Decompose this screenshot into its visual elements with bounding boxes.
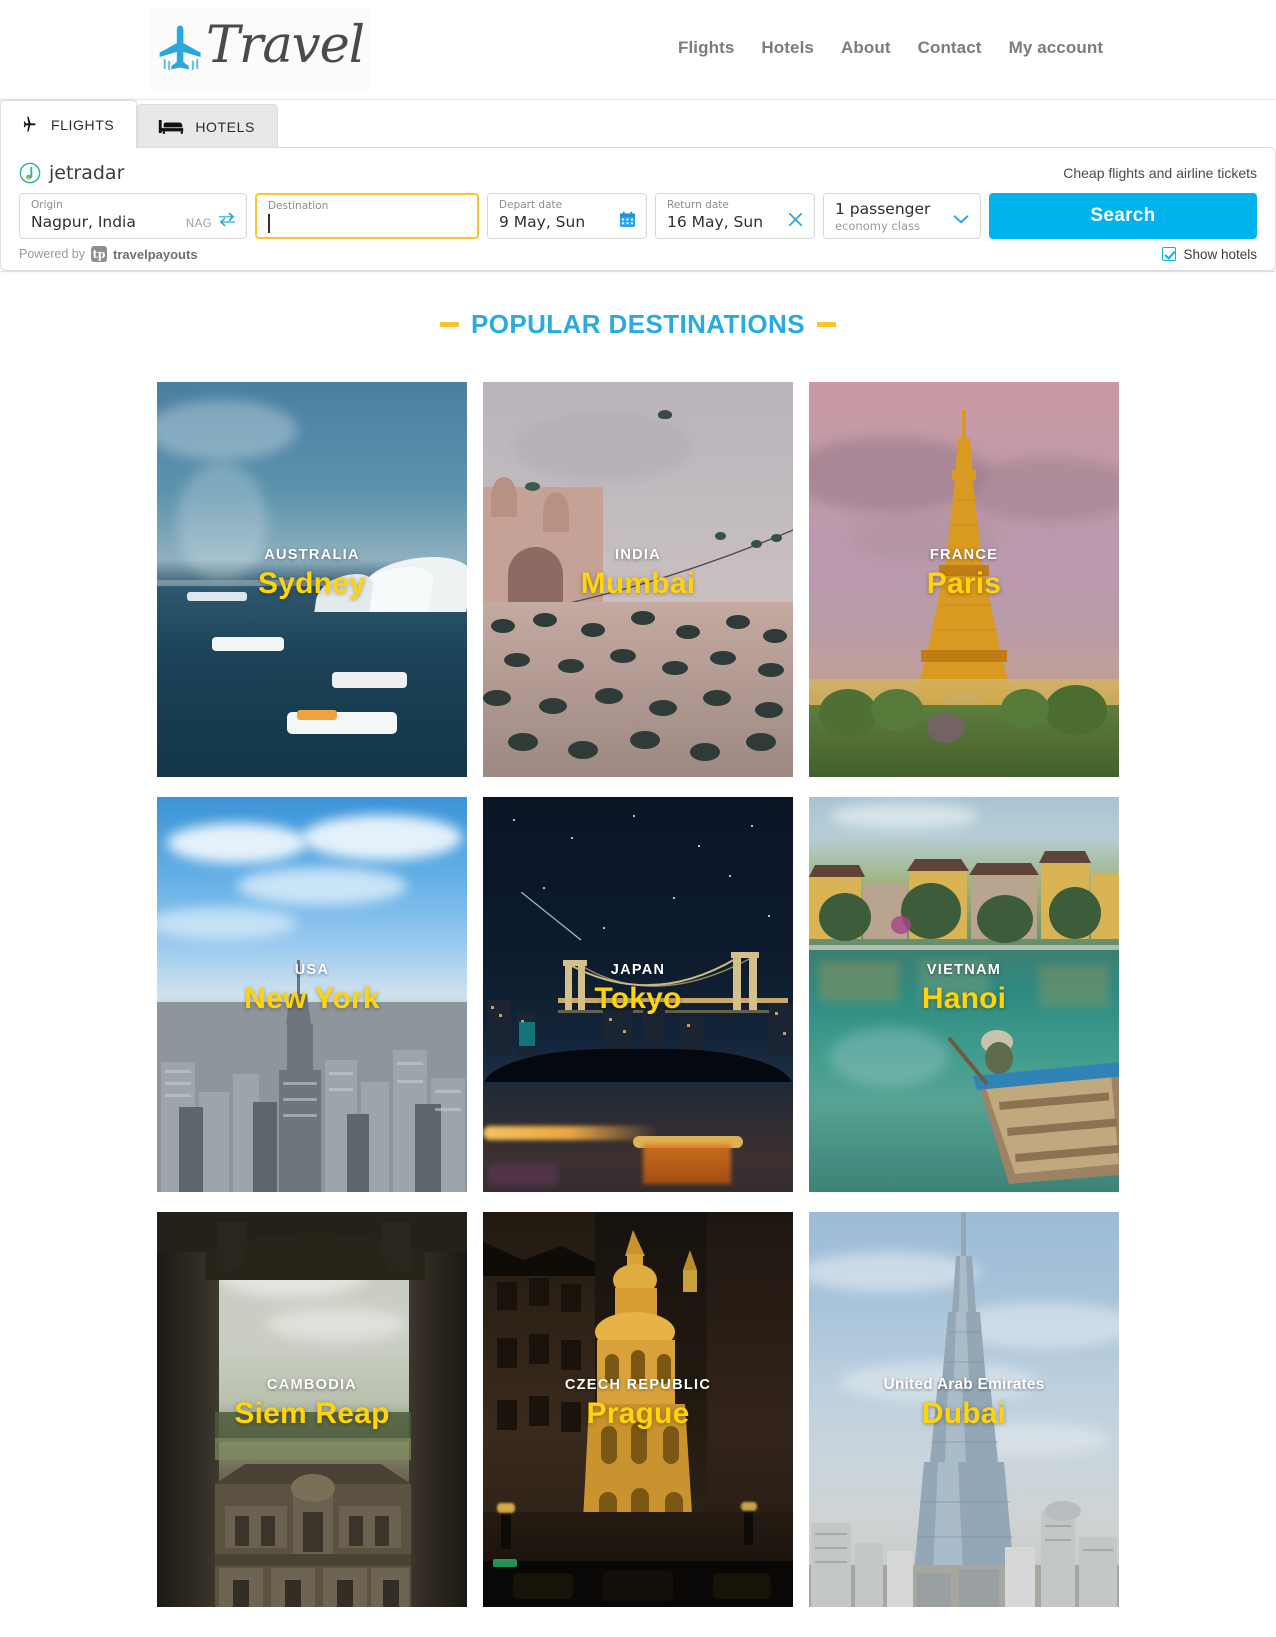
nav-item-my-account[interactable]: My account — [1009, 38, 1104, 58]
powered-by: Powered by tp travelpayouts — [19, 246, 198, 262]
card-city: Mumbai — [580, 567, 696, 600]
nav-item-hotels[interactable]: Hotels — [761, 38, 814, 58]
destination-input[interactable]: Destination — [255, 193, 479, 239]
destination-label: Destination — [268, 200, 329, 212]
card-caption: JAPAN Tokyo — [483, 960, 793, 1018]
passengers-select[interactable]: 1 passenger economy class — [823, 193, 981, 239]
jetradar-brand-label: jetradar — [49, 162, 125, 184]
airplane-icon — [23, 116, 36, 132]
page-title: POPULAR DESTINATIONS — [0, 309, 1276, 340]
nav-item-about[interactable]: About — [841, 38, 891, 58]
nav-item-flights[interactable]: Flights — [678, 38, 734, 58]
tab-flights[interactable]: FLIGHTS — [0, 100, 138, 148]
card-city: New York — [244, 982, 380, 1015]
search-fields-row: Origin Nagpur, India NAG Destination Dep… — [19, 193, 1257, 239]
card-city: Dubai — [921, 1397, 1007, 1430]
close-icon[interactable] — [785, 209, 805, 229]
card-city: Hanoi — [921, 982, 1007, 1015]
chevron-down-icon[interactable] — [951, 209, 971, 229]
card-city: Paris — [926, 567, 1002, 600]
origin-label: Origin — [31, 199, 63, 211]
card-country: CAMBODIA — [266, 1377, 358, 1393]
card-caption: United Arab Emirates Dubai — [809, 1375, 1119, 1433]
tab-flights-label: FLIGHTS — [51, 116, 115, 133]
card-caption: CZECH REPUBLIC Prague — [483, 1375, 793, 1433]
widget-tagline: Cheap flights and airline tickets — [1063, 165, 1257, 181]
return-date-input[interactable]: Return date 16 May, Sun — [655, 193, 815, 239]
main-navigation: Flights Hotels About Contact My account — [678, 38, 1103, 58]
popular-destinations-title: POPULAR DESTINATIONS — [471, 309, 805, 339]
widget-footer-row: Powered by tp travelpayouts Show hotels — [19, 246, 1257, 262]
logo-text: Travel — [206, 15, 365, 75]
destination-card-sydney[interactable]: AUSTRALIA Sydney — [157, 382, 467, 777]
destination-card-tokyo[interactable]: JAPAN Tokyo — [483, 797, 793, 1192]
show-hotels-label: Show hotels — [1183, 246, 1257, 262]
card-caption: VIETNAM Hanoi — [809, 960, 1119, 1018]
powered-by-label: Powered by — [19, 247, 86, 261]
destinations-grid: AUSTRALIA Sydney INDIA Mumbai FRANCE Par… — [0, 382, 1276, 1637]
destination-card-hanoi[interactable]: VIETNAM Hanoi — [809, 797, 1119, 1192]
travelpayouts-badge-icon: tp — [91, 246, 108, 262]
bed-icon — [159, 120, 184, 134]
return-date-label: Return date — [667, 199, 729, 211]
card-country: AUSTRALIA — [264, 547, 360, 563]
card-country: United Arab Emirates — [883, 1376, 1045, 1393]
destination-card-dubai[interactable]: United Arab Emirates Dubai — [809, 1212, 1119, 1607]
card-caption: INDIA Mumbai — [483, 545, 793, 603]
depart-date-label: Depart date — [499, 199, 563, 211]
destination-card-paris[interactable]: FRANCE Paris — [809, 382, 1119, 777]
text-caret — [268, 214, 270, 233]
destination-card-newyork[interactable]: USA New York — [157, 797, 467, 1192]
travelpayouts-label: travelpayouts — [113, 246, 198, 262]
widget-header-row: jetradar Cheap flights and airline ticke… — [19, 162, 1257, 184]
depart-date-input[interactable]: Depart date 9 May, Sun — [487, 193, 647, 239]
site-logo[interactable]: Travel — [150, 8, 371, 90]
card-city: Siem Reap — [234, 1397, 390, 1430]
show-hotels-checkbox[interactable]: Show hotels — [1162, 247, 1257, 262]
card-caption: USA New York — [157, 960, 467, 1018]
card-city: Prague — [586, 1397, 690, 1430]
depart-date-value: 9 May, Sun — [499, 213, 586, 231]
search-tabs: FLIGHTS HOTELS — [0, 100, 1276, 148]
destination-card-siemreap[interactable]: CAMBODIA Siem Reap — [157, 1212, 467, 1607]
passengers-count: 1 passenger — [835, 200, 931, 218]
calendar-icon[interactable] — [617, 209, 637, 229]
card-country: CZECH REPUBLIC — [564, 1377, 712, 1393]
destination-value — [268, 212, 466, 239]
card-country: INDIA — [615, 547, 661, 563]
checkbox-icon[interactable] — [1162, 247, 1177, 261]
tab-hotels-label: HOTELS — [195, 118, 255, 135]
tab-hotels[interactable]: HOTELS — [137, 104, 278, 148]
card-country: VIETNAM — [926, 962, 1002, 978]
card-caption: CAMBODIA Siem Reap — [157, 1375, 467, 1433]
destination-card-mumbai[interactable]: INDIA Mumbai — [483, 382, 793, 777]
origin-input[interactable]: Origin Nagpur, India NAG — [19, 193, 247, 239]
card-city: Sydney — [258, 567, 366, 600]
destination-card-prague[interactable]: CZECH REPUBLIC Prague — [483, 1212, 793, 1607]
search-button[interactable]: Search — [989, 193, 1257, 239]
card-city: Tokyo — [594, 982, 682, 1015]
airplane-icon — [159, 25, 201, 70]
flight-search-form: jetradar Cheap flights and airline ticke… — [0, 147, 1276, 271]
nav-item-contact[interactable]: Contact — [918, 38, 982, 58]
dash-right-icon — [816, 322, 836, 327]
dash-left-icon — [440, 322, 459, 327]
card-country: JAPAN — [610, 962, 666, 978]
return-date-value: 16 May, Sun — [667, 213, 764, 231]
swap-arrows-icon[interactable] — [217, 209, 237, 229]
card-caption: AUSTRALIA Sydney — [157, 545, 467, 603]
card-country: FRANCE — [929, 547, 999, 563]
jetradar-brand: jetradar — [19, 162, 124, 184]
passengers-class: economy class — [835, 219, 920, 233]
card-country: USA — [294, 962, 330, 978]
card-caption: FRANCE Paris — [809, 545, 1119, 603]
origin-airport-code: NAG — [185, 218, 212, 230]
site-header: Travel Flights Hotels About Contact My a… — [0, 0, 1276, 100]
search-widget-zone: FLIGHTS HOTELS jetradar Cheap flights an… — [0, 100, 1276, 272]
jetradar-logo-icon — [19, 162, 41, 184]
